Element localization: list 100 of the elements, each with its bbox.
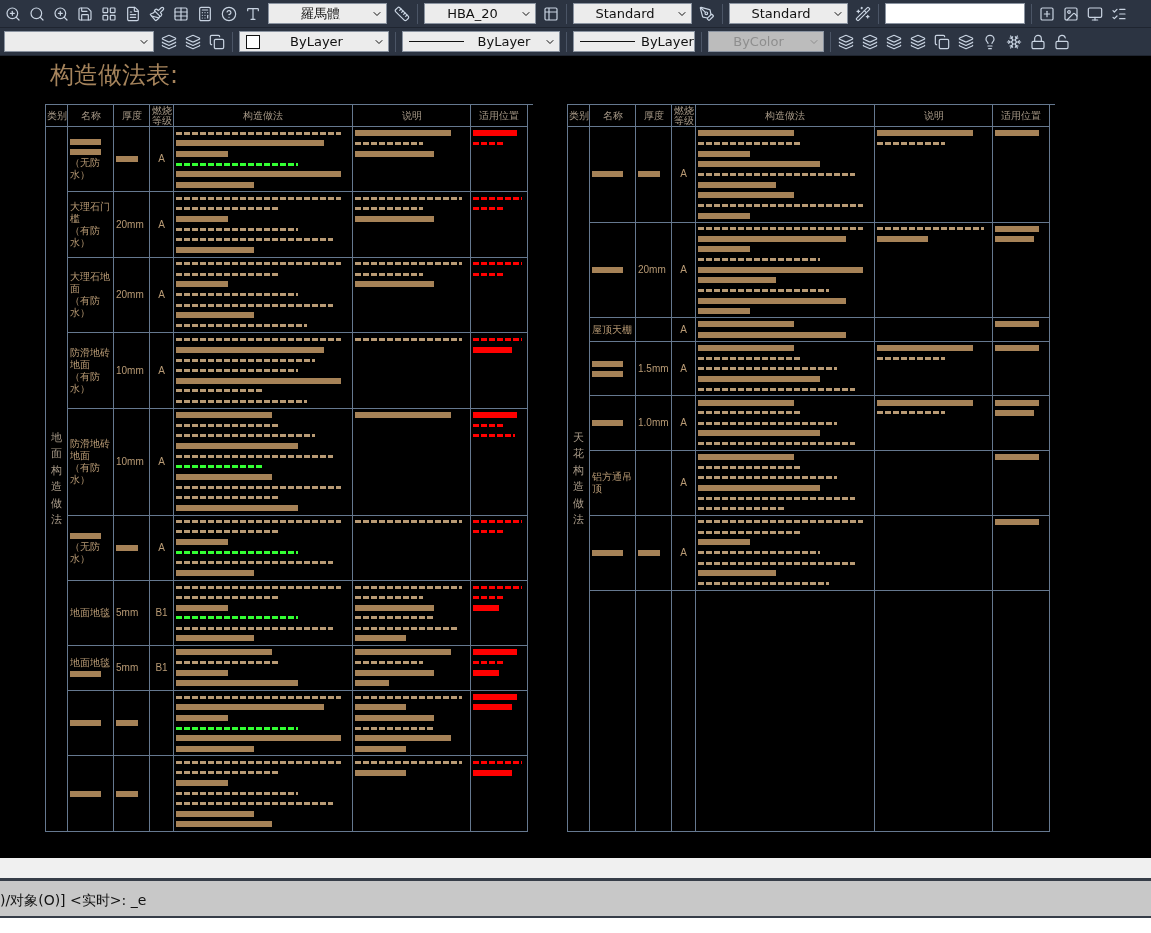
document-icon[interactable] — [124, 4, 142, 23]
redaction-bar — [995, 454, 1040, 461]
grid-icon[interactable] — [100, 4, 118, 23]
redaction-bar — [995, 130, 1040, 137]
column-header: 名称 — [80, 110, 101, 121]
cell-text: （无防水） — [70, 540, 101, 565]
zoom-icon[interactable] — [4, 4, 22, 23]
cell-text: 20mm — [638, 264, 667, 276]
redaction-bar — [116, 790, 138, 797]
column-header: 说明 — [923, 110, 944, 121]
cell-text: （有防水） — [70, 370, 101, 395]
input-field[interactable] — [885, 3, 1025, 24]
layers-icon[interactable] — [885, 32, 903, 51]
cell-text: A — [680, 546, 687, 559]
redaction-bar — [355, 680, 389, 687]
cell-text: 20mm — [116, 289, 145, 301]
layers-icon[interactable] — [909, 32, 927, 51]
snowflake-icon[interactable] — [1005, 32, 1023, 51]
redaction-bar — [116, 720, 138, 727]
dropdown[interactable]: Standard — [729, 3, 848, 24]
redaction-bar — [176, 604, 229, 611]
cell-text: 5mm — [116, 662, 140, 675]
redaction-bar — [70, 149, 101, 156]
lock-icon[interactable] — [1029, 32, 1047, 51]
copy-icon[interactable] — [933, 32, 951, 51]
illegible-text-line — [877, 356, 945, 360]
wand-icon[interactable] — [854, 4, 872, 23]
save-icon[interactable] — [76, 4, 94, 23]
cell-text: A — [680, 476, 687, 489]
cell-text: A — [158, 153, 165, 166]
unlock-icon[interactable] — [1053, 32, 1071, 51]
redaction-bar — [70, 532, 101, 539]
dropdown[interactable]: ByLayer — [402, 31, 560, 52]
cell-text: 10mm — [116, 455, 145, 468]
dropdown[interactable]: HBA_20 — [424, 3, 536, 24]
cell-text: 1.5mm — [638, 362, 669, 375]
redaction-bar — [638, 171, 660, 178]
illegible-text-line — [877, 411, 945, 415]
cell-text: 地面地毯 — [70, 656, 111, 669]
calculator-icon[interactable] — [196, 4, 214, 23]
cell-text: 地面地毯 — [70, 607, 111, 620]
redaction-bar — [70, 671, 101, 678]
redaction-bar — [592, 171, 623, 178]
line-preview-icon — [580, 41, 635, 42]
redaction-bar — [995, 321, 1040, 328]
cell-text: 防滑地砖地面 — [70, 346, 111, 371]
redaction-bar — [698, 539, 751, 546]
dropdown[interactable] — [4, 31, 154, 52]
color-swatch-icon — [246, 34, 260, 49]
column-header: 厚度 — [643, 110, 664, 121]
layers-icon[interactable] — [957, 32, 975, 51]
zoom-icon[interactable] — [52, 4, 70, 23]
cell-text: 10mm — [116, 364, 145, 377]
image-icon[interactable] — [1062, 4, 1080, 23]
monitor-icon[interactable] — [1086, 4, 1104, 23]
redaction-bar — [638, 549, 660, 556]
redaction-bar — [176, 281, 229, 288]
layers-icon[interactable] — [837, 32, 855, 51]
illegible-text-line — [355, 207, 423, 211]
redaction-bar — [355, 769, 406, 776]
layers-icon[interactable] — [160, 32, 178, 51]
layers-icon[interactable] — [184, 32, 202, 51]
layers-icon[interactable] — [861, 32, 879, 51]
column-header: 类别 — [568, 110, 589, 121]
dropdown[interactable]: ByLayer — [573, 31, 695, 52]
redaction-bar — [355, 745, 406, 752]
redaction-bar — [116, 156, 138, 163]
table-icon[interactable] — [172, 4, 190, 23]
redaction-bar — [995, 236, 1034, 243]
column-header: 名称 — [602, 110, 623, 121]
category-label: 地面构造做法 — [51, 429, 62, 528]
pen-icon[interactable] — [698, 4, 716, 23]
column-header: 构造做法 — [243, 110, 283, 121]
redaction-bar — [995, 518, 1040, 525]
copy-icon[interactable] — [208, 32, 226, 51]
dropdown[interactable]: ByLayer — [239, 31, 389, 52]
cell-text: （有防水） — [70, 461, 101, 486]
cell-text: （无防水） — [70, 157, 101, 182]
illegible-text-line — [355, 595, 423, 599]
cell-text: A — [680, 417, 687, 430]
cell-text: A — [158, 541, 165, 554]
cell-text: B1 — [155, 607, 168, 620]
dropdown[interactable]: 羅馬體 — [268, 3, 387, 24]
help-icon[interactable] — [220, 4, 238, 23]
brush-icon[interactable] — [148, 4, 166, 23]
cell-text: （有防水） — [70, 295, 101, 319]
cell-text: 大理石门槛 — [70, 200, 111, 225]
redaction-bar — [176, 150, 229, 157]
cell-text: A — [680, 323, 687, 336]
column-header: 说明 — [401, 110, 422, 121]
dimension-icon[interactable] — [393, 4, 411, 23]
add-icon[interactable] — [1038, 4, 1056, 23]
redaction-bar — [355, 704, 406, 711]
table-icon[interactable] — [542, 4, 560, 23]
redaction-bar — [176, 714, 229, 721]
redaction-bar — [355, 635, 406, 642]
dropdown[interactable]: Standard — [573, 3, 692, 24]
redaction-bar — [698, 308, 751, 315]
search-icon[interactable] — [28, 4, 46, 23]
redaction-bar — [176, 669, 229, 676]
